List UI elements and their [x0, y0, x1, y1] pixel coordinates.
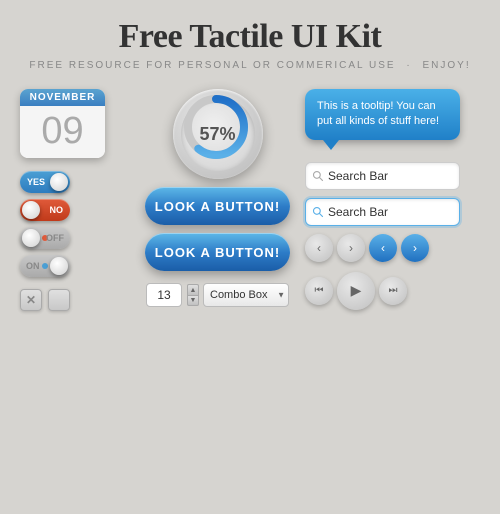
media-rewind[interactable]: ⏮: [305, 277, 333, 305]
toggle-no-label: NO: [50, 205, 64, 215]
toggle-yes-thumb: [50, 173, 68, 191]
page-title: Free Tactile UI Kit: [0, 18, 500, 56]
nav-next-blue-icon: ›: [413, 241, 417, 255]
big-button-2[interactable]: LOOK A BUTTON!: [145, 233, 290, 271]
checkbox-row: ✕: [20, 289, 130, 311]
dot-divider: ·: [406, 60, 411, 71]
search-bar-1-container: Search Bar: [305, 162, 460, 190]
progress-label: 57%: [199, 124, 235, 145]
nav-next-gray-icon: ›: [349, 241, 353, 255]
toggle-yes-row: YES: [20, 171, 130, 193]
calendar-month: NOVEMBER: [20, 89, 105, 106]
toggle-off-label: OFF: [46, 233, 64, 243]
search-icon-1: [312, 170, 324, 182]
search-bar-2[interactable]: Search Bar: [305, 198, 460, 226]
toggle-off-row: OFF: [20, 227, 130, 249]
nav-prev-blue-icon: ‹: [381, 241, 385, 255]
search-bar-2-label: Search Bar: [328, 205, 453, 219]
page-subtitle: FREE RESOURCE FOR PERSONAL OR COMMERICAL…: [0, 60, 500, 71]
search-icon-2: [312, 206, 324, 218]
media-rewind-icon: ⏮: [315, 285, 324, 296]
toggle-on-row: ON: [20, 255, 130, 277]
calendar-day: 09: [20, 112, 105, 150]
toggle-yes[interactable]: YES: [20, 171, 70, 193]
toggle-no[interactable]: NO: [20, 199, 70, 221]
combo-row: 13 ▲ ▼ Combo Box ▼: [146, 283, 289, 307]
toggle-off[interactable]: OFF: [20, 227, 70, 249]
content-area: NOVEMBER 09 YES NO: [0, 79, 500, 321]
nav-arrows: ‹ › ‹ ›: [305, 234, 460, 262]
media-play[interactable]: ▶: [337, 272, 375, 310]
spin-down[interactable]: ▼: [187, 295, 199, 306]
nav-next-blue[interactable]: ›: [401, 234, 429, 262]
calendar-widget: NOVEMBER 09: [20, 89, 105, 158]
column-left: NOVEMBER 09 YES NO: [20, 89, 130, 311]
page-header: Free Tactile UI Kit FREE RESOURCE FOR PE…: [0, 0, 500, 79]
checkbox-empty[interactable]: [48, 289, 70, 311]
toggles-group: YES NO OFF ON: [20, 171, 130, 277]
toggle-no-row: NO: [20, 199, 130, 221]
nav-prev-blue[interactable]: ‹: [369, 234, 397, 262]
calendar-body: 09: [20, 106, 105, 158]
toggle-no-thumb: [22, 201, 40, 219]
nav-prev-gray-icon: ‹: [317, 241, 321, 255]
big-button-1[interactable]: LOOK A BUTTON!: [145, 187, 290, 225]
search-bar-2-container: Search Bar: [305, 198, 460, 226]
circular-progress: 57%: [181, 92, 255, 177]
nav-prev-gray[interactable]: ‹: [305, 234, 333, 262]
media-forward[interactable]: ⏭: [379, 277, 407, 305]
search-bar-1[interactable]: Search Bar: [305, 162, 460, 190]
column-middle: 57% LOOK A BUTTON! LOOK A BUTTON! 13 ▲ ▼…: [140, 89, 295, 311]
toggle-off-thumb: [22, 229, 40, 247]
tooltip-bubble: This is a tooltip! You can put all kinds…: [305, 89, 460, 140]
checkbox-x-icon: ✕: [26, 293, 36, 307]
toggle-yes-label: YES: [27, 177, 45, 187]
combo-select[interactable]: Combo Box: [203, 283, 289, 307]
media-controls: ⏮ ▶ ⏭: [305, 272, 460, 310]
number-spin: ▲ ▼: [187, 284, 199, 306]
column-right: This is a tooltip! You can put all kinds…: [305, 89, 460, 311]
combo-wrapper: Combo Box ▼: [203, 283, 289, 307]
toggle-on-dot: [42, 263, 48, 269]
toggle-on-thumb: [50, 257, 68, 275]
tooltip-text: This is a tooltip! You can put all kinds…: [317, 100, 439, 127]
search-bar-1-label: Search Bar: [328, 169, 453, 183]
nav-next-gray[interactable]: ›: [337, 234, 365, 262]
checkbox-x[interactable]: ✕: [20, 289, 42, 311]
spin-up[interactable]: ▲: [187, 284, 199, 295]
toggle-on-label: ON: [26, 261, 40, 271]
circular-progress-outer: 57%: [173, 89, 263, 179]
media-play-icon: ▶: [351, 282, 362, 299]
toggle-on[interactable]: ON: [20, 255, 70, 277]
number-input[interactable]: 13: [146, 283, 182, 307]
circular-progress-inner: 57%: [181, 97, 255, 171]
media-forward-icon: ⏭: [389, 285, 398, 296]
